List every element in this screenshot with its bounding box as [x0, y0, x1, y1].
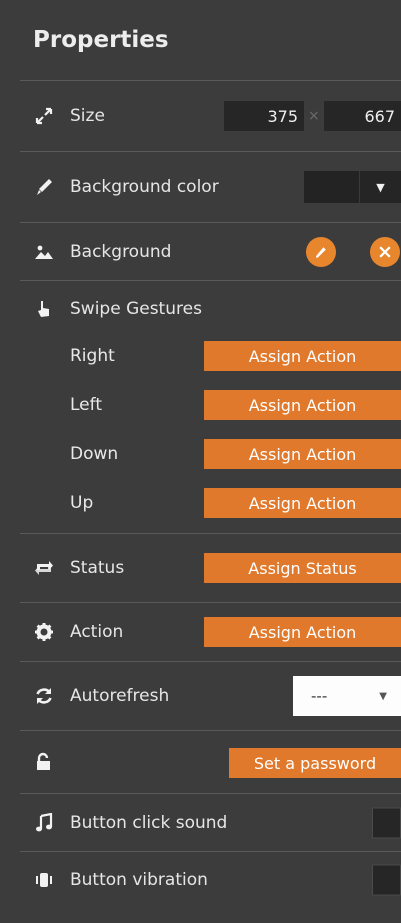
swipe-direction-label: Right [70, 345, 115, 366]
background-color-label: Background color [70, 177, 219, 197]
assign-status-button[interactable]: Assign Status [204, 553, 401, 583]
autorefresh-select[interactable]: --- ▼ [293, 676, 401, 716]
refresh-arrows-icon [33, 557, 55, 579]
hand-pointer-icon [33, 298, 55, 320]
button-vibration-checkbox[interactable] [372, 864, 401, 896]
swipe-gestures-row: Swipe Gestures [0, 287, 401, 331]
autorefresh-value: --- [311, 687, 328, 705]
background-color-row: Background color ▼ [0, 152, 401, 222]
assign-action-right-button[interactable]: Assign Action [204, 341, 401, 371]
background-color-picker[interactable]: ▼ [304, 171, 401, 203]
width-field[interactable]: 375 [224, 101, 304, 131]
pencil-icon[interactable] [306, 236, 336, 267]
swipe-right-row: Right Assign Action [0, 331, 401, 380]
action-row: Action Assign Action [0, 603, 401, 661]
button-click-sound-row: Button click sound [0, 794, 401, 851]
unlock-icon [33, 751, 55, 773]
swipe-gestures-label: Swipe Gestures [70, 299, 202, 319]
autorefresh-row: Autorefresh --- ▼ [0, 662, 401, 730]
vibration-icon [33, 869, 55, 891]
swipe-direction-label: Up [70, 492, 94, 513]
size-label: Size [70, 106, 105, 126]
color-swatch[interactable] [304, 171, 360, 203]
assign-action-left-button[interactable]: Assign Action [204, 390, 401, 420]
button-vibration-label: Button vibration [70, 870, 208, 890]
status-row: Status Assign Status [0, 534, 401, 602]
close-icon[interactable] [370, 236, 400, 267]
button-click-sound-checkbox[interactable] [372, 807, 401, 838]
status-label: Status [70, 558, 125, 578]
height-field[interactable]: 667 [324, 101, 401, 131]
button-click-sound-label: Button click sound [70, 812, 228, 833]
assign-action-up-button[interactable]: Assign Action [204, 488, 401, 518]
sync-icon [33, 685, 55, 707]
music-note-icon [33, 812, 55, 834]
assign-action-down-button[interactable]: Assign Action [204, 439, 401, 469]
properties-panel: Properties Size 375 × 667 Background col… [0, 0, 401, 923]
divider [20, 280, 401, 281]
size-row: Size 375 × 667 [0, 81, 401, 151]
resize-icon [33, 105, 55, 127]
brush-icon [33, 176, 55, 198]
swipe-direction-label: Down [70, 443, 119, 464]
background-label: Background [70, 241, 172, 262]
swipe-direction-label: Left [70, 394, 102, 415]
times-sign: × [308, 108, 320, 124]
password-row: Set a password [0, 731, 401, 793]
set-password-button[interactable]: Set a password [229, 748, 401, 778]
swipe-down-row: Down Assign Action [0, 429, 401, 478]
image-icon [33, 241, 55, 263]
button-vibration-row: Button vibration [0, 852, 401, 908]
swipe-up-row: Up Assign Action [0, 478, 401, 527]
swipe-left-row: Left Assign Action [0, 380, 401, 429]
chevron-down-icon: ▼ [379, 690, 387, 702]
gear-icon [33, 621, 55, 643]
panel-title: Properties [33, 27, 169, 53]
action-label: Action [70, 622, 124, 642]
chevron-down-icon[interactable]: ▼ [360, 171, 401, 203]
background-row: Background [0, 223, 401, 280]
autorefresh-label: Autorefresh [70, 686, 170, 706]
assign-action-button[interactable]: Assign Action [204, 617, 401, 647]
